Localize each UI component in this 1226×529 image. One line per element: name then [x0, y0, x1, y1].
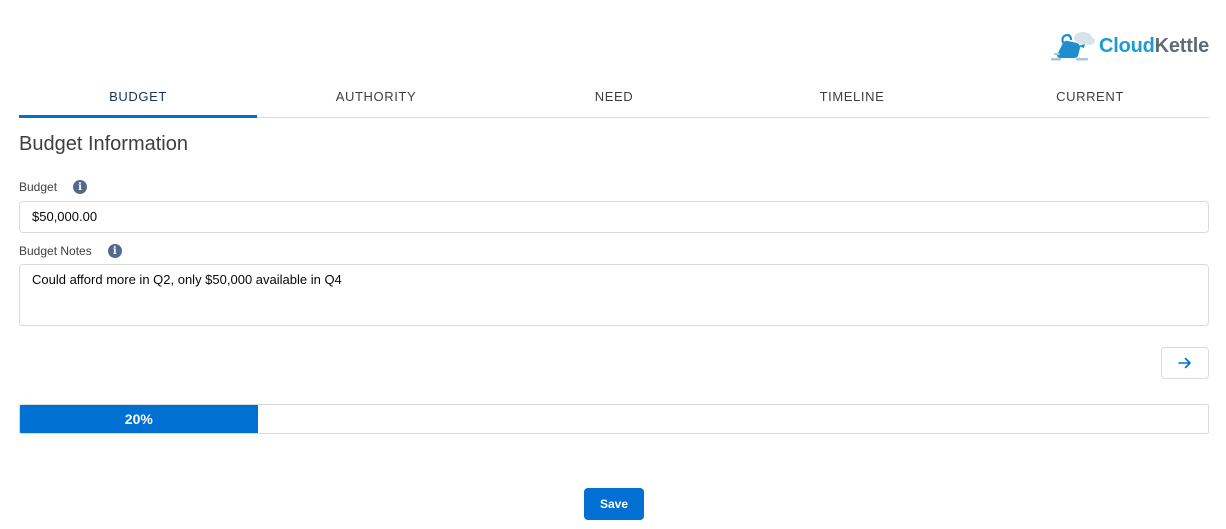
logo-text-kettle: Kettle [1154, 35, 1210, 57]
tab-need[interactable]: NEED [495, 77, 733, 117]
budget-notes-field-label: Budget Notes i [19, 244, 122, 258]
progress-label: 20% [124, 411, 153, 427]
budget-notes-textarea[interactable]: Could afford more in Q2, only $50,000 av… [19, 264, 1209, 326]
cloudkettle-logo: CloudKettle [1049, 28, 1209, 64]
save-button[interactable]: Save [584, 488, 644, 520]
tab-authority[interactable]: AUTHORITY [257, 77, 495, 117]
budget-notes-label-text: Budget Notes [19, 244, 92, 258]
budget-input[interactable]: $50,000.00 [19, 201, 1209, 233]
tab-budget[interactable]: BUDGET [19, 77, 257, 118]
budget-field-label: Budget i [19, 180, 88, 194]
logo-text-cloud: Cloud [1098, 35, 1155, 57]
arrow-right-icon [1178, 357, 1191, 369]
progress-bar: 20% [19, 404, 1209, 434]
cloudkettle-logo-icon [1050, 32, 1095, 61]
info-icon[interactable]: i [73, 180, 88, 194]
next-button[interactable] [1161, 347, 1209, 379]
app-root: CloudKettle BUDGET AUTHORITY NEED TIMELI… [0, 0, 1226, 529]
logo-text: CloudKettle [1099, 36, 1209, 56]
budget-label-text: Budget [19, 180, 58, 194]
tab-timeline[interactable]: TIMELINE [733, 77, 971, 117]
info-icon[interactable]: i [107, 244, 122, 258]
progress-fill: 20% [20, 405, 258, 433]
tab-bar: BUDGET AUTHORITY NEED TIMELINE CURRENT [19, 77, 1209, 118]
tab-current[interactable]: CURRENT [971, 77, 1209, 117]
section-title: Budget Information [19, 133, 188, 155]
